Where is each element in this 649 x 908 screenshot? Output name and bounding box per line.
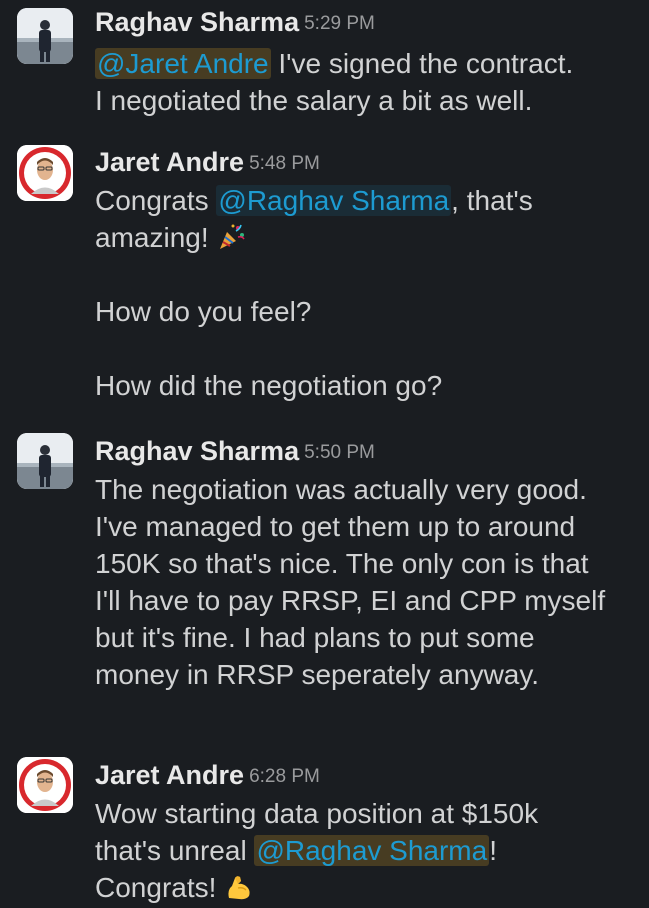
avatar-raghav[interactable] (17, 8, 73, 64)
party-popper-icon[interactable] (216, 222, 246, 252)
message-line: I negotiated the salary a bit as well. (95, 85, 533, 116)
chat-view: { "messages": [ { "author": "Raghav Shar… (0, 0, 649, 908)
message-text: Congrats! (95, 872, 225, 903)
message-line: How did the negotiation go? (95, 370, 443, 401)
author-name[interactable]: Jaret Andre (95, 760, 244, 790)
message-body: Congrats @Raghav Sharma, that's amazing!… (95, 182, 635, 404)
message-body: Wow starting data position at $150k that… (95, 795, 635, 906)
avatar-jaret[interactable] (17, 145, 73, 201)
mention-raghav[interactable]: @Raghav Sharma (254, 835, 490, 866)
message-header: Jaret Andre 6:28 PM (95, 755, 320, 795)
message-body: The negotiation was actually very good. … (95, 471, 620, 693)
message-line: Wow starting data position at $150k (95, 798, 539, 829)
message-header: Jaret Andre 5:48 PM (95, 142, 320, 182)
message-body: @Jaret Andre I've signed the contract. I… (95, 45, 635, 119)
message-line: How do you feel? (95, 296, 312, 327)
message-text: Congrats (95, 185, 217, 216)
message-text: The negotiation was actually very good. … (95, 474, 606, 690)
timestamp[interactable]: 5:29 PM (304, 13, 375, 34)
message-text: that's unreal (95, 835, 255, 866)
message-text: , that's (451, 185, 533, 216)
message-line: Congrats @Raghav Sharma, that's (95, 182, 635, 219)
avatar-raghav[interactable] (17, 433, 73, 489)
message-text: ! (489, 835, 497, 866)
timestamp[interactable]: 6:28 PM (249, 766, 320, 787)
message-header: Raghav Sharma 5:50 PM (95, 431, 375, 471)
flexed-biceps-icon[interactable] (224, 872, 254, 902)
message-line: that's unreal @Raghav Sharma! (95, 832, 635, 869)
message-text: I've signed the contract. (270, 48, 574, 79)
message-header: Raghav Sharma 5:29 PM (95, 2, 375, 42)
author-name[interactable]: Raghav Sharma (95, 7, 299, 37)
message-text: amazing! (95, 222, 217, 253)
timestamp[interactable]: 5:50 PM (304, 442, 375, 463)
mention-jaret[interactable]: @Jaret Andre (95, 48, 271, 79)
message-line: Congrats! (95, 869, 635, 906)
message-line: amazing! (95, 219, 635, 256)
mention-raghav[interactable]: @Raghav Sharma (216, 185, 452, 216)
message-line: @Jaret Andre I've signed the contract. (95, 45, 635, 82)
author-name[interactable]: Jaret Andre (95, 147, 244, 177)
avatar-jaret[interactable] (17, 757, 73, 813)
author-name[interactable]: Raghav Sharma (95, 436, 299, 466)
timestamp[interactable]: 5:48 PM (249, 153, 320, 174)
